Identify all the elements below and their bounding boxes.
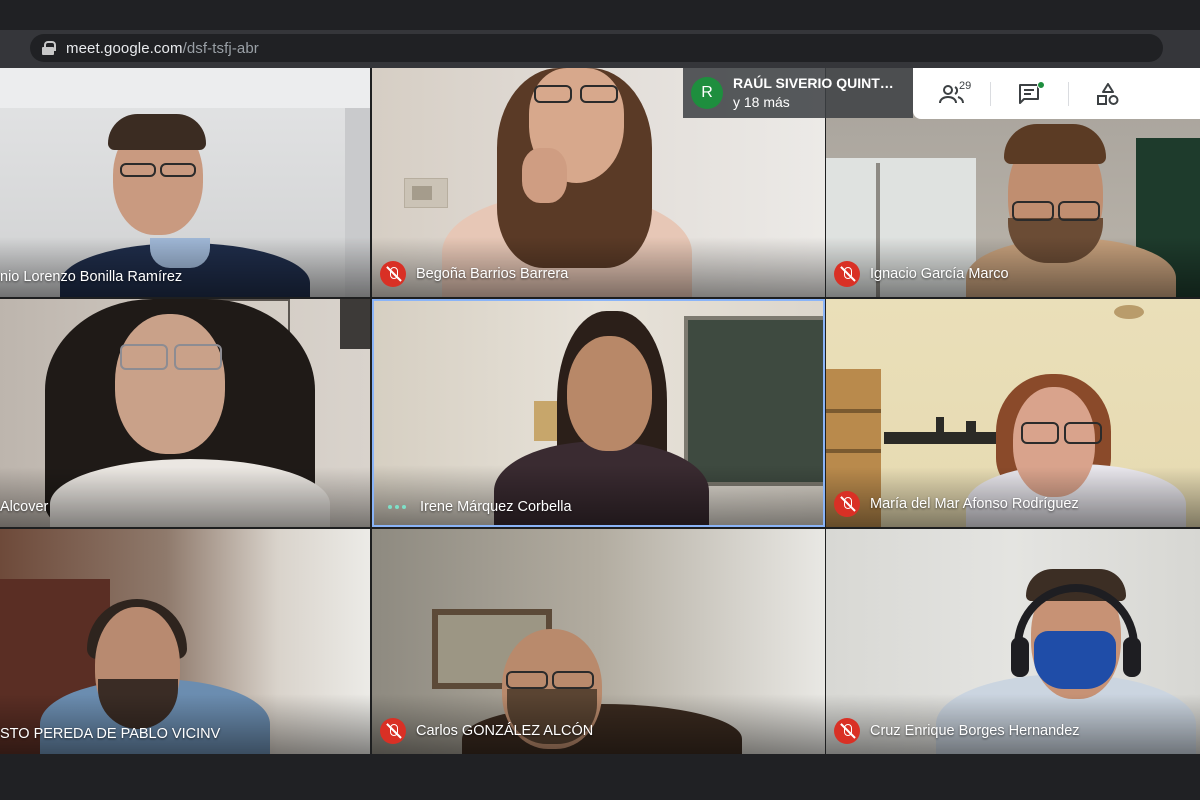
participant-tile[interactable]: María del Mar Afonso Rodríguez [826, 299, 1200, 527]
bottom-bar [0, 754, 1200, 800]
url-path: /dsf-tsfj-abr [182, 39, 259, 57]
participant-name: nio Lorenzo Bonilla Ramírez [0, 269, 183, 285]
name-row: Cruz Enrique Borges Hernandez [826, 718, 1080, 744]
name-row: STO PEREDA DE PABLO VICINV [0, 726, 220, 742]
name-shade [0, 237, 370, 297]
participant-tile[interactable]: Alcover [0, 299, 370, 527]
chat-button[interactable] [991, 68, 1068, 119]
participant-name-truncated: RAÚL SIVERIO QUINT… [733, 75, 894, 91]
name-row: Ignacio García Marco [826, 261, 1009, 287]
browser-tab-strip [0, 0, 1200, 30]
avatar: R [691, 77, 723, 109]
participant-tile[interactable]: Irene Márquez Corbella [372, 299, 825, 527]
name-row: Begoña Barrios Barrera [372, 261, 568, 287]
name-shade [0, 467, 370, 527]
mic-off-icon [380, 718, 406, 744]
participant-name: Irene Márquez Corbella [420, 499, 572, 515]
mic-off-icon [834, 261, 860, 287]
other-participants-card[interactable]: R RAÚL SIVERIO QUINT… y 18 más [683, 68, 913, 118]
mic-off-icon [834, 718, 860, 744]
unread-badge [1037, 81, 1045, 89]
participant-name: STO PEREDA DE PABLO VICINV [0, 726, 221, 742]
mic-off-icon [834, 491, 860, 517]
url-text: meet.google.com/dsf-tsfj-abr [66, 40, 259, 57]
url-host: meet.google.com [66, 39, 183, 57]
name-shade [374, 465, 823, 525]
activities-icon [1096, 82, 1118, 105]
name-row: María del Mar Afonso Rodríguez [826, 491, 1079, 517]
name-row: nio Lorenzo Bonilla Ramírez [0, 269, 182, 285]
participant-tile[interactable]: STO PEREDA DE PABLO VICINV [0, 529, 370, 754]
lock-icon[interactable] [42, 41, 56, 55]
participant-name: Alcover [0, 499, 49, 515]
participant-tile[interactable]: Cruz Enrique Borges Hernandez [826, 529, 1200, 754]
speaking-indicator-icon [388, 505, 406, 509]
participant-name: Cruz Enrique Borges Hernandez [870, 723, 1080, 739]
meeting-toolbar: 29 [913, 68, 1200, 119]
participant-tile[interactable]: Carlos GONZÁLEZ ALCÓN [372, 529, 825, 754]
browser-address-bar: meet.google.com/dsf-tsfj-abr [0, 30, 1200, 68]
name-row: Alcover [0, 499, 48, 515]
participant-name: Ignacio García Marco [870, 266, 1009, 282]
more-participants-count: y 18 más [733, 94, 790, 110]
participant-name: Carlos GONZÁLEZ ALCÓN [416, 723, 594, 739]
people-button[interactable]: 29 [913, 68, 990, 119]
name-row: Irene Márquez Corbella [374, 499, 572, 515]
participant-name: Begoña Barrios Barrera [416, 266, 569, 282]
name-row: Carlos GONZÁLEZ ALCÓN [372, 718, 593, 744]
participant-name: María del Mar Afonso Rodríguez [870, 496, 1079, 512]
name-shade [0, 694, 370, 754]
video-grid: nio Lorenzo Bonilla Ramírez Begoña Barri… [0, 68, 1200, 754]
activities-button[interactable] [1069, 68, 1146, 119]
participant-tile[interactable]: nio Lorenzo Bonilla Ramírez [0, 68, 370, 297]
people-count: 29 [959, 80, 972, 92]
url-field[interactable]: meet.google.com/dsf-tsfj-abr [30, 34, 1163, 62]
other-participants-text: RAÚL SIVERIO QUINT… y 18 más [733, 74, 894, 112]
mic-off-icon [380, 261, 406, 287]
